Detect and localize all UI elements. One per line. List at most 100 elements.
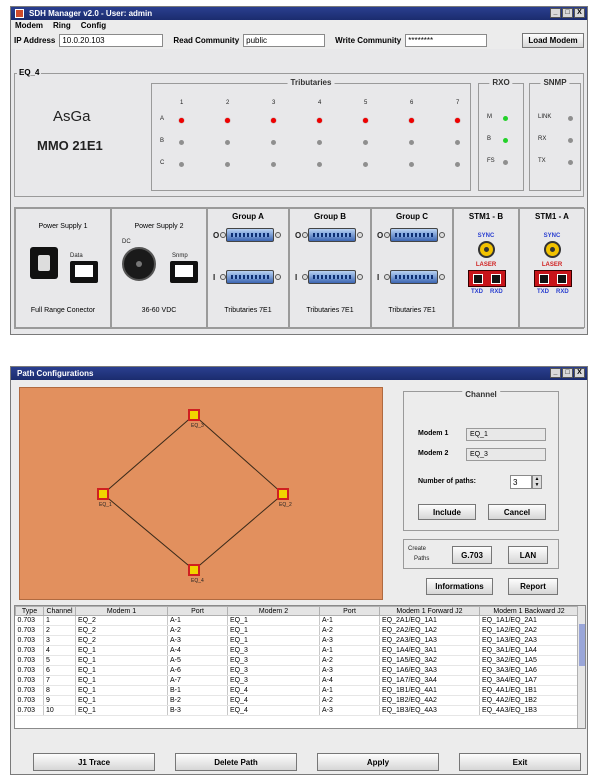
table-row[interactable]: 0.703 9 EQ_1 B-2 EQ_4 A-2 EQ_1B2/EQ_4A2 EQ_4A2/… xyxy=(15,695,579,706)
column-header[interactable]: Port xyxy=(319,606,380,616)
group-c-in-connector-icon[interactable] xyxy=(390,270,438,284)
path-close-button[interactable]: X xyxy=(574,368,585,378)
group-c-in-label: I xyxy=(377,273,380,282)
column-header[interactable]: Port xyxy=(167,606,228,616)
table-row[interactable]: 0.703 8 EQ_1 B-1 EQ_4 A-1 EQ_1B1/EQ_4A1 EQ_4A1/… xyxy=(15,685,579,696)
group-c-out-connector-icon[interactable] xyxy=(390,228,438,242)
apply-button[interactable]: Apply xyxy=(317,753,439,771)
group-a-out-ring-right xyxy=(275,232,281,238)
column-header[interactable]: Channel xyxy=(43,606,76,616)
stm1-b-sync-connector-icon[interactable] xyxy=(478,241,495,258)
trib-row-label: C xyxy=(160,160,165,166)
stm1-a-sync-connector-icon[interactable] xyxy=(544,241,561,258)
column-header[interactable]: Modem 2 xyxy=(227,606,320,616)
dc-label: DC xyxy=(122,239,131,245)
group-b-out-connector-icon[interactable] xyxy=(308,228,356,242)
table-cell: 0.703 xyxy=(15,645,44,656)
tributary-led-a3 xyxy=(271,118,276,123)
write-community-label: Write Community xyxy=(335,36,402,45)
table-row[interactable]: 0.703 2 EQ_2 A-2 EQ_1 A-2 EQ_2A2/EQ_1A2 EQ_1A2/… xyxy=(15,625,579,636)
report-button[interactable]: Report xyxy=(508,578,558,595)
node-eq1-icon[interactable] xyxy=(97,488,109,500)
cancel-button[interactable]: Cancel xyxy=(488,504,546,520)
group-a-out-connector-icon[interactable] xyxy=(226,228,274,242)
table-cell: 4 xyxy=(43,645,76,656)
table-row[interactable]: 0.703 4 EQ_1 A-4 EQ_3 A-1 EQ_1A4/EQ_3A1 EQ_3A1/… xyxy=(15,645,579,656)
power-supply-2-title: Power Supply 2 xyxy=(134,223,184,230)
number-of-paths-input[interactable] xyxy=(510,475,532,489)
menu-config[interactable]: Config xyxy=(81,20,106,32)
tributary-led-b4 xyxy=(317,140,322,145)
node-eq2-icon[interactable] xyxy=(277,488,289,500)
path-maximize-button[interactable]: □ xyxy=(562,368,573,378)
tributaries-title: Tributaries xyxy=(287,78,335,87)
group-b-in-connector-icon[interactable] xyxy=(308,270,356,284)
column-header[interactable]: Modem 1 Backward J2 xyxy=(479,606,579,616)
delete-path-button[interactable]: Delete Path xyxy=(175,753,297,771)
include-button[interactable]: Include xyxy=(418,504,476,520)
trib-col-2: 2 xyxy=(226,100,230,106)
load-modem-button[interactable]: Load Modem xyxy=(522,33,584,48)
power-supply-2-footer: 36-60 VDC xyxy=(141,307,177,314)
table-cell: EQ_2 xyxy=(75,625,168,636)
table-row[interactable]: 0.703 6 EQ_1 A-6 EQ_3 A-3 EQ_1A6/EQ_3A3 EQ_3A3/… xyxy=(15,665,579,676)
column-header[interactable]: Modem 1 Forward J2 xyxy=(379,606,480,616)
j1-trace-button[interactable]: J1 Trace xyxy=(33,753,155,771)
create-paths-panel: Create Paths G.703 LAN xyxy=(403,539,559,569)
model-name: MMO 21E1 xyxy=(37,138,103,153)
trib-row-label: A xyxy=(160,116,165,122)
table-row[interactable]: 0.703 3 EQ_2 A-3 EQ_1 A-3 EQ_2A3/EQ_1A3 EQ_1A3/… xyxy=(15,635,579,646)
stm1-b-laser-label: LASER xyxy=(475,262,497,268)
table-cell: 0.703 xyxy=(15,665,44,676)
stm1-a-optical-port-icon[interactable] xyxy=(534,270,572,287)
snmp-led-link xyxy=(568,116,573,121)
modem1-field[interactable]: EQ_1 xyxy=(466,428,546,441)
table-scroll-thumb[interactable] xyxy=(579,624,585,666)
read-community-input[interactable] xyxy=(243,34,326,47)
minimize-button[interactable]: _ xyxy=(550,8,561,18)
tributary-led-c1 xyxy=(179,162,184,167)
table-row[interactable]: 0.703 1 EQ_2 A-1 EQ_1 A-1 EQ_2A1/EQ_1A1 EQ_1A1/… xyxy=(15,615,579,626)
tributary-led-c4 xyxy=(317,162,322,167)
lan-button[interactable]: LAN xyxy=(508,546,548,564)
table-cell: EQ_1A7/EQ_3A4 xyxy=(379,675,480,686)
group-a-in-connector-icon[interactable] xyxy=(226,270,274,284)
informations-button[interactable]: Informations xyxy=(426,578,493,595)
table-cell: EQ_3 xyxy=(227,655,320,666)
menu-modem[interactable]: Modem xyxy=(15,20,43,32)
ring-topology-canvas[interactable]: EQ_3 EQ_1 EQ_2 EQ_4 xyxy=(19,387,383,600)
path-config-window: Path Configurations _ □ X EQ_3 EQ_1 EQ_2… xyxy=(10,366,588,775)
path-title-bar[interactable]: Path Configurations _ □ X xyxy=(11,367,587,380)
node-eq4-icon[interactable] xyxy=(188,564,200,576)
sdh-title-bar[interactable]: SDH Manager v2.0 - User: admin _ □ X xyxy=(11,7,587,20)
number-of-paths-spinner[interactable]: ▲ ▼ xyxy=(532,475,542,489)
stm1-a-panel: STM1 - A SYNC LASER TXD RXD xyxy=(519,208,585,328)
group-b-title: Group B xyxy=(314,212,346,221)
table-row[interactable]: 0.703 10 EQ_1 B-3 EQ_4 A-3 EQ_1B3/EQ_4A3 EQ_4A3… xyxy=(15,705,579,716)
table-cell: EQ_2A2/EQ_1A2 xyxy=(379,625,480,636)
maximize-button[interactable]: □ xyxy=(562,8,573,18)
table-row[interactable]: 0.703 5 EQ_1 A-5 EQ_3 A-2 EQ_1A5/EQ_3A2 EQ_3A2/… xyxy=(15,655,579,666)
menu-ring[interactable]: Ring xyxy=(53,20,71,32)
g703-button[interactable]: G.703 xyxy=(452,546,492,564)
column-header[interactable]: Modem 1 xyxy=(75,606,168,616)
modem2-field[interactable]: EQ_3 xyxy=(466,448,546,461)
table-scrollbar[interactable] xyxy=(577,606,585,728)
path-minimize-button[interactable]: _ xyxy=(550,368,561,378)
power-socket-icon xyxy=(30,247,58,279)
table-cell: A-3 xyxy=(319,705,380,716)
write-community-input[interactable] xyxy=(405,34,488,47)
table-cell: 0.703 xyxy=(15,615,44,626)
stm1-b-optical-port-icon[interactable] xyxy=(468,270,506,287)
table-row[interactable]: 0.703 7 EQ_1 A-7 EQ_3 A-4 EQ_1A7/EQ_3A4 EQ_3A4/… xyxy=(15,675,579,686)
column-header[interactable]: Type xyxy=(15,606,44,616)
ip-address-input[interactable] xyxy=(59,34,164,47)
table-cell: B-3 xyxy=(167,705,228,716)
table-cell: EQ_2A3/EQ_1A3 xyxy=(379,635,480,646)
node-eq3-icon[interactable] xyxy=(188,409,200,421)
close-button[interactable]: X xyxy=(574,8,585,18)
trib-col-6: 6 xyxy=(410,100,414,106)
tributary-led-a5 xyxy=(363,118,368,123)
table-cell: A-2 xyxy=(319,655,380,666)
exit-button[interactable]: Exit xyxy=(459,753,581,771)
